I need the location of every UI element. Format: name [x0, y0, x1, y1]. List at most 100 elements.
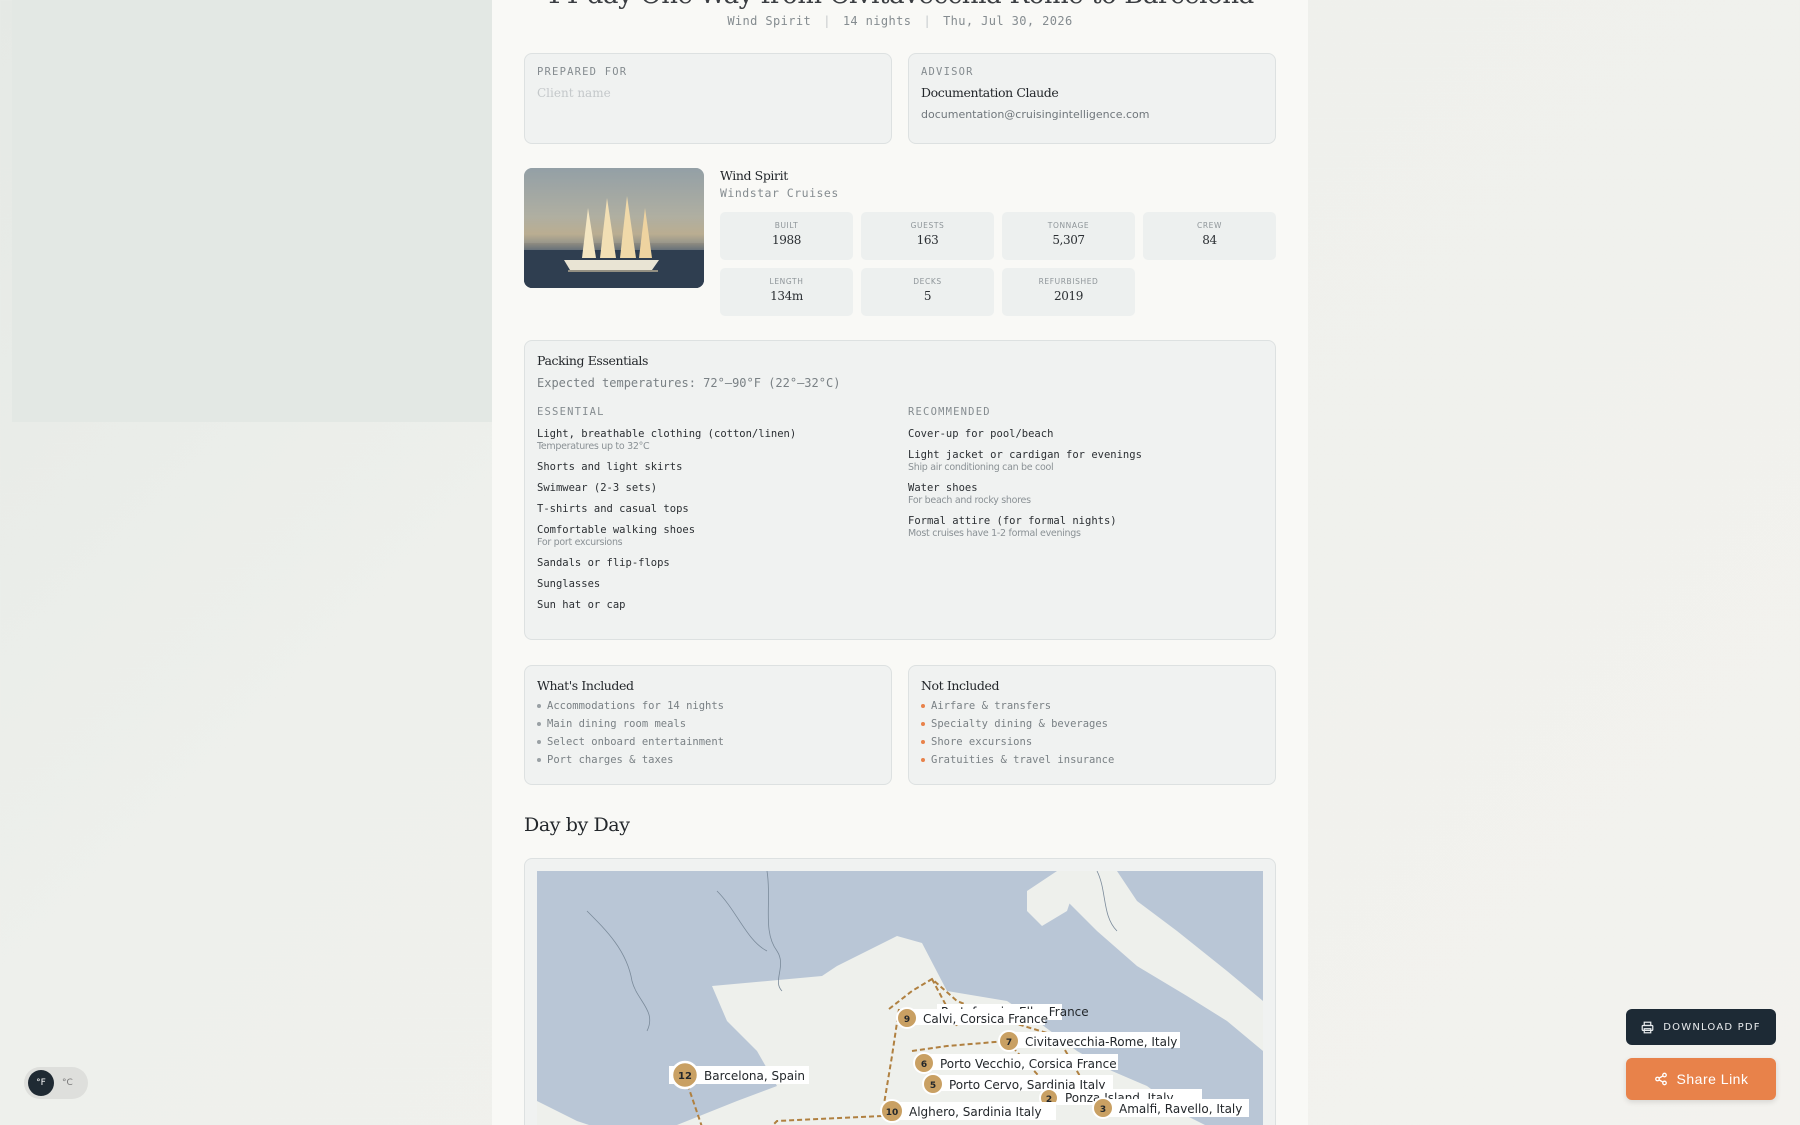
not-included-card: Not Included Airfare & transfers Special… — [908, 665, 1276, 785]
stat-label: LENGTH — [769, 277, 804, 286]
item-text: Shorts and light skirts — [537, 461, 683, 473]
unit-celsius-option[interactable]: °C — [62, 1078, 73, 1088]
included-text: Main dining room meals — [547, 718, 687, 730]
share-link-label: Share Link — [1676, 1071, 1749, 1087]
bullet-icon — [537, 704, 541, 708]
port-label-alghero: Alghero, Sardinia Italy — [909, 1105, 1042, 1119]
not-included-item: Specialty dining & beverages — [921, 718, 1263, 730]
included-item: Main dining room meals — [537, 718, 879, 730]
download-pdf-button[interactable]: DOWNLOAD PDF — [1626, 1009, 1776, 1045]
item-note: For beach and rocky shores — [908, 495, 1031, 506]
bullet-icon — [921, 722, 925, 726]
port-number: 6 — [921, 1060, 927, 1070]
bullet-icon — [921, 740, 925, 744]
unit-fahrenheit-option[interactable]: °F — [28, 1070, 54, 1096]
item-text: Light jacket or cardigan for evenings — [908, 449, 1142, 461]
port-number: 12 — [678, 1071, 692, 1082]
prepared-for-card: PREPARED FOR — [524, 53, 892, 144]
stat-value: 1988 — [772, 233, 801, 247]
recommended-label: RECOMMENDED — [908, 406, 991, 418]
item-note: For port excursions — [537, 537, 623, 548]
map-canvas: Portoferraio, Elba France 12 Barcelona, … — [537, 871, 1263, 1125]
not-included-item: Gratuities & travel insurance — [921, 754, 1263, 766]
meta-date: Thu, Jul 30, 2026 — [943, 14, 1073, 28]
not-included-text: Airfare & transfers — [931, 700, 1052, 712]
route-map[interactable]: Portoferraio, Elba France 12 Barcelona, … — [537, 871, 1263, 1125]
not-included-item: Airfare & transfers — [921, 700, 1263, 712]
stat-label: GUESTS — [910, 221, 945, 230]
stat-guests: GUESTS 163 — [861, 212, 994, 260]
item-text: Sunglasses — [537, 578, 601, 590]
stat-tonnage: TONNAGE 5,307 — [1002, 212, 1135, 260]
packing-item: Sunglasses — [537, 578, 877, 590]
included-item: Select onboard entertainment — [537, 736, 879, 748]
bullet-icon — [921, 758, 925, 762]
not-included-text: Shore excursions — [931, 736, 1033, 748]
port-number: 7 — [1006, 1038, 1012, 1048]
packing-item: Sun hat or cap — [537, 599, 877, 611]
stat-decks: DECKS 5 — [861, 268, 994, 316]
expected-temperatures: Expected temperatures: 72°–90°F (22°–32°… — [537, 376, 841, 390]
item-text: Sun hat or cap — [537, 599, 626, 611]
port-label-barcelona: Barcelona, Spain — [704, 1069, 805, 1083]
item-text: Light, breathable clothing (cotton/linen… — [537, 428, 797, 440]
printer-icon — [1641, 1021, 1654, 1034]
port-number: 5 — [930, 1081, 936, 1091]
trip-meta: Wind Spirit | 14 nights | Thu, Jul 30, 2026 — [727, 14, 1073, 28]
port-label-porto-vecchio: Porto Vecchio, Corsica France — [940, 1057, 1117, 1071]
temperature-unit-toggle[interactable]: °F °C — [24, 1067, 88, 1099]
item-text: Cover-up for pool/beach — [908, 428, 1054, 440]
stat-built: BUILT 1988 — [720, 212, 853, 260]
port-label-calvi: Calvi, Corsica France — [923, 1012, 1048, 1026]
packing-card: Packing Essentials Expected temperatures… — [524, 340, 1276, 640]
item-text: Water shoes — [908, 482, 978, 494]
bullet-icon — [537, 740, 541, 744]
packing-item: Formal attire (for formal nights) Most c… — [908, 515, 1248, 539]
included-item: Port charges & taxes — [537, 754, 879, 766]
itinerary-page: 14-day One-Way from Civitavecchia-Rome t… — [492, 0, 1308, 1125]
item-text: Formal attire (for formal nights) — [908, 515, 1117, 527]
included-text: Accommodations for 14 nights — [547, 700, 725, 712]
included-title: What's Included — [537, 678, 634, 693]
port-label-amalfi: Amalfi, Ravello, Italy — [1119, 1102, 1242, 1116]
share-link-button[interactable]: Share Link — [1626, 1058, 1776, 1100]
stat-value: 5,307 — [1052, 233, 1085, 247]
item-text: Swimwear (2-3 sets) — [537, 482, 658, 494]
port-number: 10 — [886, 1108, 899, 1118]
day-by-day-heading: Day by Day — [524, 814, 630, 836]
packing-item: T-shirts and casual tops — [537, 503, 877, 515]
download-pdf-label: DOWNLOAD PDF — [1663, 1021, 1761, 1033]
not-included-text: Specialty dining & beverages — [931, 718, 1109, 730]
port-label-civitavecchia: Civitavecchia-Rome, Italy — [1025, 1035, 1177, 1049]
advisor-name: Documentation Claude — [921, 85, 1059, 100]
packing-title: Packing Essentials — [537, 353, 648, 368]
advisor-card: ADVISOR Documentation Claude documentati… — [908, 53, 1276, 144]
ship-name: Wind Spirit — [720, 168, 788, 183]
sailing-ship-illustration — [524, 168, 704, 288]
advisor-label: ADVISOR — [921, 66, 974, 78]
stat-label: DECKS — [913, 277, 942, 286]
item-text: Comfortable walking shoes — [537, 524, 696, 536]
included-item: Accommodations for 14 nights — [537, 700, 879, 712]
item-note: Temperatures up to 32°C — [537, 441, 650, 452]
stat-value: 134m — [770, 289, 803, 303]
meta-nights: 14 nights — [842, 14, 912, 28]
included-text: Select onboard entertainment — [547, 736, 725, 748]
page-title: 14-day One-Way from Civitavecchia-Rome t… — [492, 0, 1308, 10]
stat-value: 5 — [923, 289, 932, 303]
whats-included-card: What's Included Accommodations for 14 ni… — [524, 665, 892, 785]
packing-item: Cover-up for pool/beach — [908, 428, 1248, 440]
port-number: 3 — [1100, 1105, 1106, 1115]
cruise-line: Windstar Cruises — [720, 186, 839, 200]
stat-refurbished: REFURBISHED 2019 — [1002, 268, 1135, 316]
advisor-email: documentation@cruisingintelligence.com — [921, 108, 1150, 121]
stat-value: 84 — [1202, 233, 1217, 247]
packing-item: Comfortable walking shoes For port excur… — [537, 524, 877, 548]
port-number: 9 — [904, 1015, 910, 1025]
background-panel — [12, 0, 492, 422]
client-name-input[interactable] — [537, 86, 879, 100]
stat-label: CREW — [1196, 221, 1222, 230]
stat-crew: CREW 84 — [1143, 212, 1276, 260]
stat-label: TONNAGE — [1047, 221, 1090, 230]
bullet-icon — [537, 722, 541, 726]
